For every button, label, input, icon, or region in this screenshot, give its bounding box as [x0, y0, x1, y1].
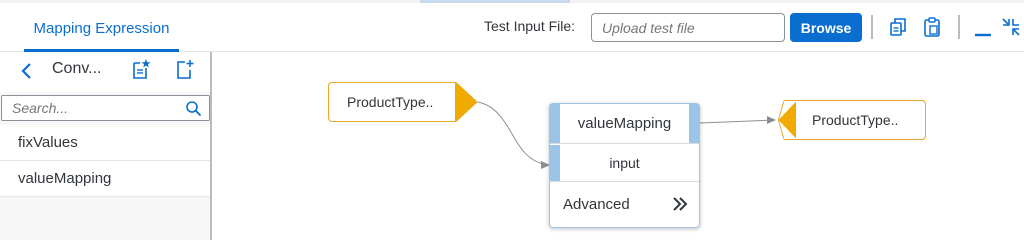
back-icon[interactable] — [16, 60, 38, 82]
add-document-icon[interactable] — [172, 58, 196, 82]
source-field-box: ProductType.. — [328, 82, 456, 122]
function-title-label: valueMapping — [577, 115, 672, 132]
source-field-label: ProductType.. — [347, 94, 434, 110]
toolbar: Mapping Expression Test Input File: Brow… — [0, 0, 1024, 52]
search-icon[interactable] — [185, 100, 202, 117]
sidebar-header: Conv... — [0, 52, 210, 92]
sidebar-title: Conv... — [52, 60, 102, 77]
list-item-valuemapping[interactable]: valueMapping — [0, 161, 210, 197]
advanced-toggle[interactable]: Advanced — [550, 184, 699, 224]
function-input-label: input — [609, 154, 640, 171]
search-field — [1, 95, 210, 121]
toolbar-divider — [871, 15, 873, 39]
source-output-arrow-icon — [455, 82, 478, 122]
top-border-highlight — [420, 0, 570, 3]
browse-button[interactable]: Browse — [790, 13, 862, 42]
function-input-row[interactable]: input — [550, 144, 699, 182]
copy-icon[interactable] — [887, 16, 909, 38]
target-field-node[interactable]: ProductType.. — [778, 100, 926, 140]
list-item-label: valueMapping — [18, 170, 112, 187]
double-chevron-right-icon[interactable] — [671, 195, 689, 213]
function-node-valuemapping[interactable]: valueMapping input Advanced — [549, 103, 700, 228]
list-item-label: fixValues — [18, 134, 78, 151]
target-field-label: ProductType.. — [812, 112, 899, 128]
exit-fullscreen-icon[interactable] — [1000, 16, 1022, 38]
search-input[interactable] — [2, 96, 177, 120]
minimize-icon[interactable] — [972, 16, 994, 38]
paste-icon[interactable] — [921, 16, 943, 38]
test-input-label: Test Input File: — [484, 18, 576, 34]
list-item-fixvalues[interactable]: fixValues — [0, 125, 210, 161]
advanced-label: Advanced — [563, 195, 630, 213]
tab-mapping-expression-label: Mapping Expression — [33, 19, 170, 37]
function-title[interactable]: valueMapping — [550, 104, 699, 144]
target-input-arrow-icon — [778, 100, 797, 140]
upload-test-file-input[interactable] — [591, 13, 785, 42]
toolbar-divider — [958, 15, 960, 39]
favorite-document-icon[interactable] — [128, 58, 152, 82]
tab-mapping-expression[interactable]: Mapping Expression — [24, 4, 179, 52]
target-field-box: ProductType.. — [796, 100, 926, 140]
function-sidebar: Conv... fixValues valueMapping — [0, 52, 212, 240]
source-field-node[interactable]: ProductType.. — [328, 82, 478, 122]
